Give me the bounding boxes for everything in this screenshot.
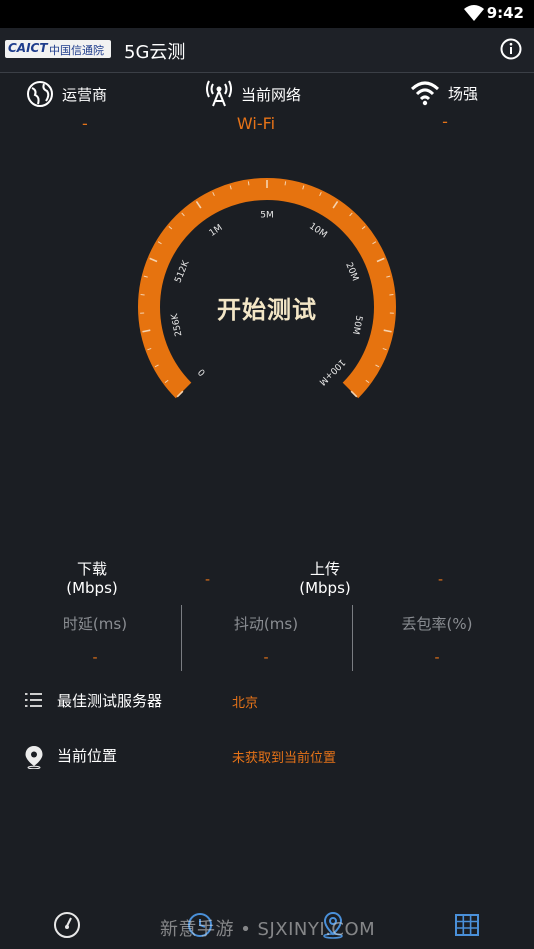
info-icon[interactable] [500, 38, 522, 60]
wifi-icon [410, 81, 440, 106]
clock: 9:42 [486, 4, 524, 22]
list-icon [25, 693, 42, 707]
current-location-value: 未获取到当前位置 [232, 751, 337, 766]
app-title: 5G云测 [124, 42, 186, 63]
gauge-tick-label: 10M [307, 221, 329, 240]
latency-value: - [92, 650, 98, 666]
start-test-button[interactable]: 开始测试 [133, 290, 401, 325]
wifi-status-icon [464, 5, 484, 21]
download-value: - [205, 572, 211, 588]
watermark-text: 新意手游 • SJXINYI.COM [160, 919, 376, 940]
globe-icon [27, 81, 53, 107]
packet-loss-label: 丢包率(%) [401, 615, 473, 633]
signal-label: 场强 [448, 84, 479, 103]
location-pin-icon [25, 746, 43, 769]
upload-label: 上传 (Mbps) [299, 560, 351, 597]
carrier-info: 运营商 - [26, 80, 152, 140]
latency-label: 时延(ms) [62, 615, 128, 633]
antenna-icon [206, 80, 232, 107]
gauge-tick-label: 100+M [317, 357, 347, 387]
best-server-row[interactable]: 最佳测试服务器 北京 [0, 686, 534, 716]
network-label: 当前网络 [241, 85, 302, 104]
metrics-panel: 时延(ms) - 抖动(ms) - 丢包率(%) - [0, 605, 534, 671]
carrier-value: - [82, 114, 88, 133]
caict-logo: CAICT 中国信通院 [5, 40, 111, 58]
gauge-tick-label: 20M [343, 261, 360, 283]
best-server-label: 最佳测试服务器 [57, 692, 163, 710]
current-location-row[interactable]: 当前位置 未获取到当前位置 [0, 741, 534, 771]
gauge-tick-label: 1M [208, 223, 225, 239]
jitter-label: 抖动(ms) [233, 615, 299, 633]
app-bar: CAICT 中国信通院 5G云测 [0, 28, 534, 73]
upload-value: - [438, 572, 444, 588]
packet-loss-value: - [434, 650, 440, 666]
network-info: 当前网络 Wi-Fi [205, 80, 315, 140]
signal-value: - [442, 112, 448, 131]
carrier-label: 运营商 [62, 85, 108, 104]
packet-loss-metric: 丢包率(%) - [352, 605, 522, 666]
status-bar: 9:42 [0, 0, 534, 28]
grid-table-icon[interactable] [453, 911, 481, 939]
speedometer-icon[interactable] [53, 911, 81, 939]
jitter-metric: 抖动(ms) - [181, 605, 351, 666]
gauge-tick-label: 0 [197, 366, 208, 377]
gauge-tick-label: 512K [173, 258, 191, 284]
jitter-value: - [263, 650, 269, 666]
current-location-label: 当前位置 [57, 747, 118, 765]
signal-info: 场强 - [410, 80, 510, 140]
gauge-minor-tick [247, 181, 250, 186]
best-server-value: 北京 [232, 696, 259, 711]
download-label: 下载 (Mbps) [66, 560, 118, 597]
network-value: Wi-Fi [236, 114, 276, 133]
gauge-tick-label: 5M [260, 211, 274, 221]
gauge-minor-tick [284, 181, 287, 186]
latency-metric: 时延(ms) - [10, 605, 180, 666]
